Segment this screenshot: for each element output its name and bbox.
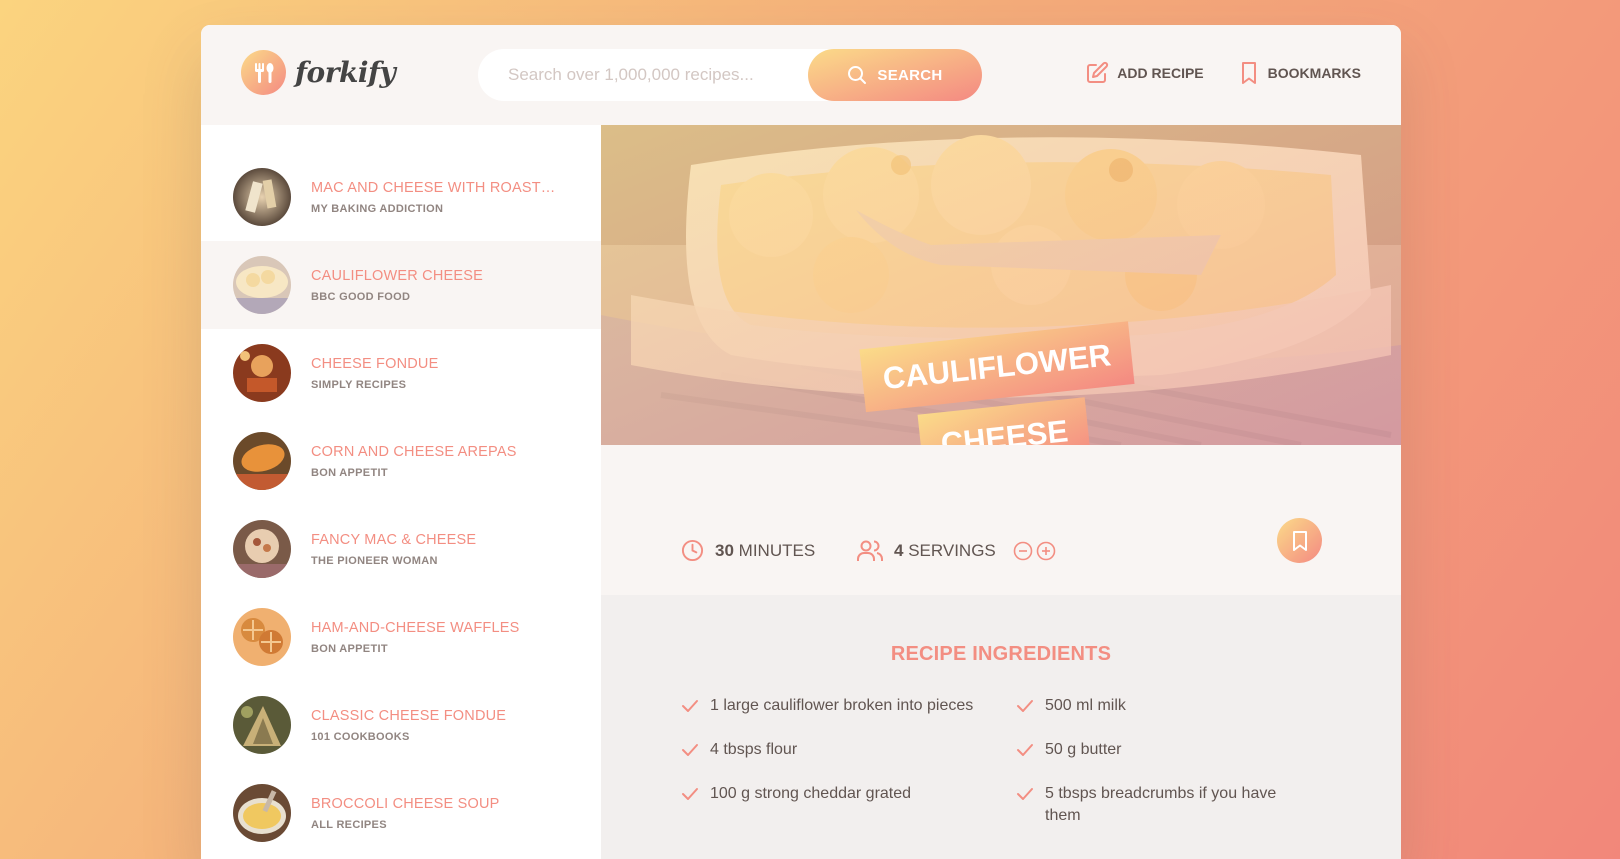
- ingredient-text: 1 large cauliflower broken into pieces: [710, 697, 974, 714]
- recipe-servings: 4 SERVINGS: [857, 539, 1056, 563]
- servings-controls: [1013, 541, 1056, 561]
- result-title: MAC AND CHEESE WITH ROASTED CHICKEN, GOA…: [311, 179, 561, 196]
- ingredient-item: 500 ml milk: [1016, 695, 1351, 717]
- search-button[interactable]: SEARCH: [808, 49, 982, 101]
- result-title: CLASSIC CHEESE FONDUE: [311, 707, 507, 724]
- users-icon: [857, 540, 883, 561]
- minus-circle-icon: [1013, 541, 1033, 561]
- ingredient-text: 4 tbsps flour: [710, 741, 798, 758]
- bookmark-recipe-button[interactable]: [1277, 518, 1322, 563]
- recipe-ingredients: RECIPE INGREDIENTS 1 large cauliflower b…: [601, 595, 1401, 859]
- result-title: FANCY MAC & CHEESE: [311, 531, 477, 548]
- result-thumbnail: [233, 696, 291, 754]
- add-recipe-label: ADD RECIPE: [1117, 65, 1204, 81]
- search-form: SEARCH: [478, 49, 982, 101]
- clock-icon: [681, 539, 704, 562]
- result-item[interactable]: BROCCOLI CHEESE SOUP ALL RECIPES: [201, 769, 601, 857]
- add-recipe-button[interactable]: ADD RECIPE: [1085, 61, 1204, 85]
- result-thumbnail: [233, 344, 291, 402]
- result-item-active[interactable]: CAULIFLOWER CHEESE BBC GOOD FOOD: [201, 241, 601, 329]
- logo[interactable]: forkify: [241, 50, 396, 95]
- result-publisher: SIMPLY RECIPES: [311, 378, 407, 391]
- result-thumbnail: [233, 432, 291, 490]
- check-icon: [682, 744, 698, 756]
- check-icon: [682, 788, 698, 800]
- result-thumbnail: [233, 520, 291, 578]
- nav: ADD RECIPE BOOKMARKS: [1085, 61, 1361, 85]
- edit-icon: [1087, 61, 1109, 83]
- check-icon: [1017, 744, 1033, 756]
- result-item[interactable]: CORN AND CHEESE AREPAS BON APPETIT: [201, 417, 601, 505]
- result-thumbnail: [233, 256, 291, 314]
- result-title: CORN AND CHEESE AREPAS: [311, 443, 517, 460]
- bookmarks-button[interactable]: BOOKMARKS: [1238, 61, 1361, 85]
- result-publisher: ALL RECIPES: [311, 818, 387, 831]
- result-publisher: 101 COOKBOOKS: [311, 730, 410, 743]
- result-item[interactable]: FANCY MAC & CHEESE THE PIONEER WOMAN: [201, 505, 601, 593]
- header: forkify SEARCH ADD RECIPE: [201, 25, 1401, 125]
- servings-value: 4: [894, 541, 904, 560]
- recipe-details: 30 MINUTES 4 SERVINGS: [601, 445, 1401, 595]
- result-item[interactable]: CHEESE FONDUE SIMPLY RECIPES: [201, 329, 601, 417]
- ingredient-text: 500 ml milk: [1045, 697, 1126, 714]
- search-results: MAC AND CHEESE WITH ROASTED CHICKEN, GOA…: [201, 125, 601, 859]
- ingredient-item: 1 large cauliflower broken into pieces: [681, 695, 1016, 717]
- result-title: CAULIFLOWER CHEESE: [311, 267, 483, 284]
- recipe-view: CAULIFLOWER CHEESE 30 MINUTES 4 SERVINGS: [601, 125, 1401, 859]
- check-icon: [682, 700, 698, 712]
- ingredient-item: 5 tbsps breadcrumbs if you have them: [1016, 783, 1351, 827]
- decrease-servings-button[interactable]: [1013, 541, 1033, 561]
- search-button-label: SEARCH: [877, 66, 943, 84]
- result-title: BROCCOLI CHEESE SOUP: [311, 795, 500, 812]
- result-thumbnail: [233, 168, 291, 226]
- result-publisher: MY BAKING ADDICTION: [311, 202, 444, 215]
- result-publisher: BON APPETIT: [311, 466, 388, 479]
- ingredient-item: 50 g butter: [1016, 739, 1351, 761]
- fork-spoon-icon: [241, 50, 286, 95]
- check-icon: [1017, 788, 1033, 800]
- logo-text: forkify: [295, 56, 396, 89]
- ingredient-text: 50 g butter: [1045, 741, 1122, 758]
- minutes-label: MINUTES: [738, 540, 816, 560]
- result-publisher: BBC GOOD FOOD: [311, 290, 411, 303]
- ingredient-text: 5 tbsps breadcrumbs if you have them: [1045, 785, 1277, 824]
- search-icon: [848, 66, 867, 84]
- ingredient-text: 100 g strong cheddar grated: [710, 785, 912, 802]
- result-thumbnail: [233, 784, 291, 842]
- result-title: HAM-AND-CHEESE WAFFLES: [311, 619, 520, 636]
- bookmark-icon: [1241, 62, 1256, 84]
- result-item[interactable]: MAC AND CHEESE WITH ROASTED CHICKEN, GOA…: [201, 153, 601, 241]
- plus-circle-icon: [1036, 541, 1056, 561]
- result-item[interactable]: HAM-AND-CHEESE WAFFLES BON APPETIT: [201, 593, 601, 681]
- bookmark-icon: [1292, 530, 1307, 551]
- servings-label: SERVINGS: [908, 541, 996, 560]
- ingredients-heading: RECIPE INGREDIENTS: [890, 643, 1112, 665]
- result-title: CHEESE FONDUE: [311, 355, 439, 372]
- increase-servings-button[interactable]: [1036, 541, 1056, 561]
- check-icon: [1017, 700, 1033, 712]
- ingredient-item: 100 g strong cheddar grated: [681, 783, 1016, 827]
- result-publisher: THE PIONEER WOMAN: [311, 554, 438, 567]
- app-container: forkify SEARCH ADD RECIPE: [201, 25, 1401, 859]
- search-input[interactable]: [478, 49, 808, 101]
- ingredient-list: 1 large cauliflower broken into pieces 5…: [681, 695, 1351, 827]
- result-item[interactable]: CLASSIC CHEESE FONDUE 101 COOKBOOKS: [201, 681, 601, 769]
- bookmarks-label: BOOKMARKS: [1267, 65, 1361, 81]
- recipe-minutes: 30 MINUTES: [681, 539, 815, 562]
- minutes-value: 30: [715, 540, 734, 560]
- result-thumbnail: [233, 608, 291, 666]
- ingredient-item: 4 tbsps flour: [681, 739, 1016, 761]
- result-publisher: BON APPETIT: [311, 642, 388, 655]
